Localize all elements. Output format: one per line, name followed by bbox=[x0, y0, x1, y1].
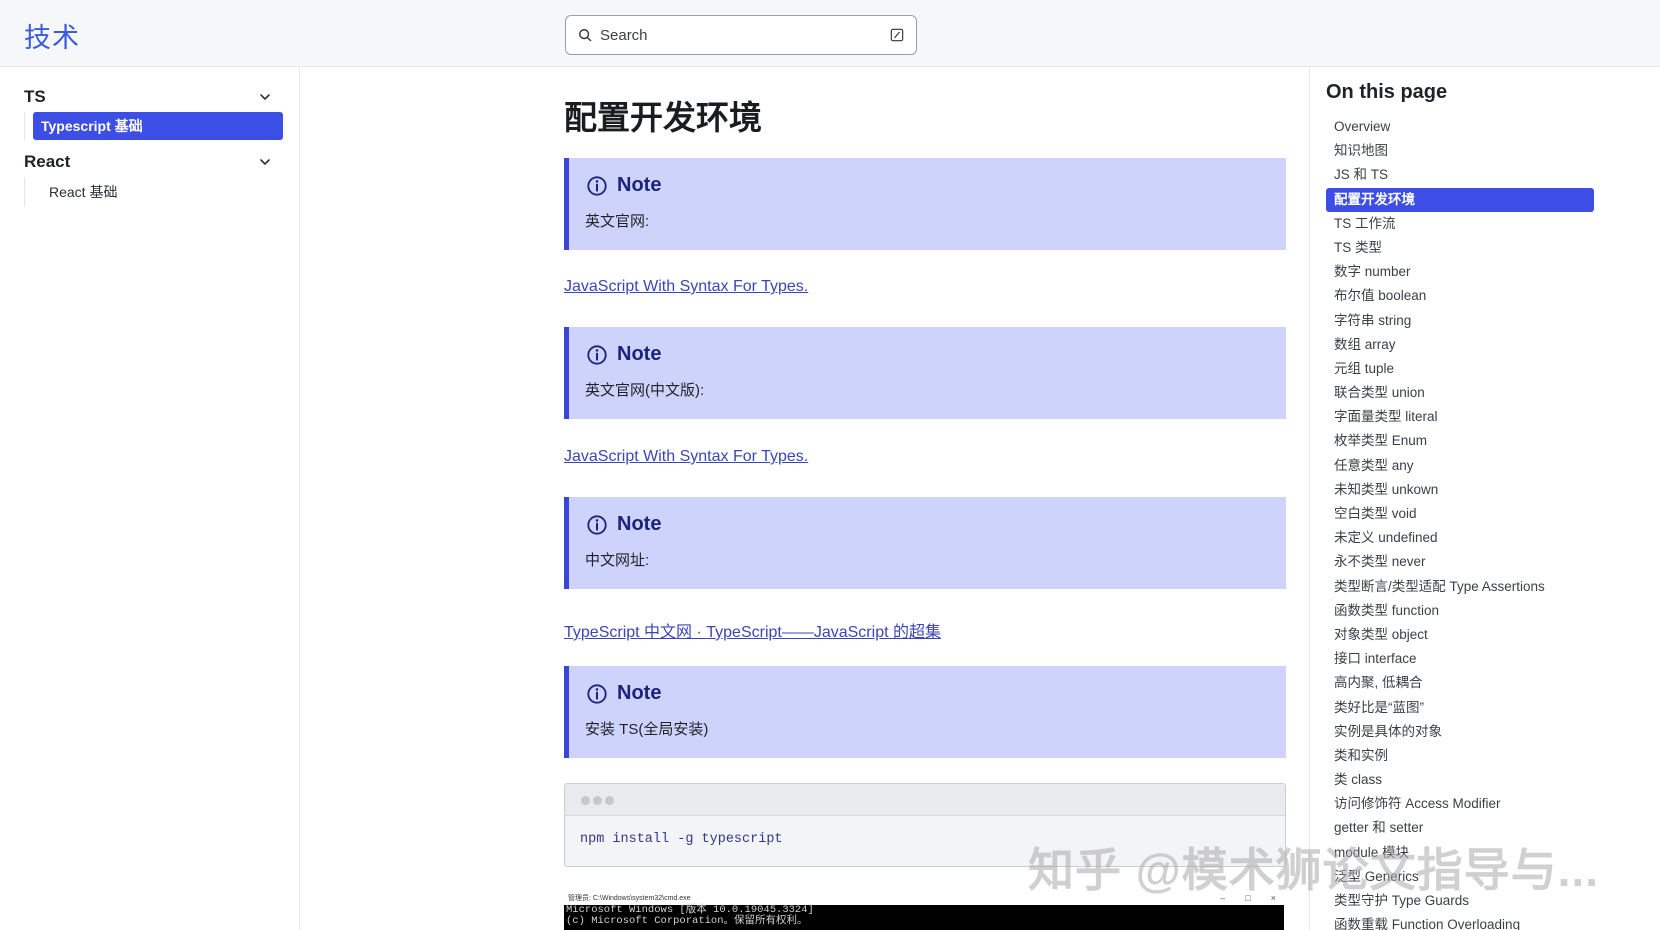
note-title: Note bbox=[617, 682, 662, 704]
toc-title: On this page bbox=[1326, 81, 1448, 103]
toc-item[interactable]: 泛型 Generics bbox=[1326, 865, 1594, 889]
window-dot-icon bbox=[581, 796, 590, 805]
toc-item[interactable]: 接口 interface bbox=[1326, 647, 1594, 671]
toc-item[interactable]: 实例是具体的对象 bbox=[1326, 720, 1594, 744]
toc-item[interactable]: 高内聚, 低耦合 bbox=[1326, 671, 1594, 695]
info-icon bbox=[587, 344, 607, 365]
left-sidebar: TS Typescript 基础 React React 基础 bbox=[0, 67, 300, 930]
note-title: Note bbox=[617, 343, 662, 365]
search-icon bbox=[579, 29, 592, 42]
toc-item[interactable]: 数字 number bbox=[1326, 260, 1594, 284]
toc-item[interactable]: 类和实例 bbox=[1326, 744, 1594, 768]
note-callout: Note 英文官网(中文版): bbox=[564, 327, 1286, 419]
note-title: Note bbox=[617, 174, 662, 196]
toc-item[interactable]: 字面量类型 literal bbox=[1326, 405, 1594, 429]
note-callout: Note 英文官网: bbox=[564, 158, 1286, 250]
toc-item[interactable]: 类型断言/类型适配 Type Assertions bbox=[1326, 575, 1594, 599]
toc-item[interactable]: 函数重载 Function Overloading bbox=[1326, 913, 1594, 930]
cmd-window-screenshot: 管理员: C:\Windows\system32\cmd.exe – □ × M… bbox=[564, 890, 1284, 930]
toc-item[interactable]: 字符串 string bbox=[1326, 309, 1594, 333]
toc-item[interactable]: JS 和 TS bbox=[1326, 163, 1594, 187]
page-title: 配置开发环境 bbox=[564, 99, 762, 136]
note-body: 安装 TS(全局安装) bbox=[585, 721, 709, 738]
search-input[interactable] bbox=[600, 26, 890, 44]
window-dot-icon bbox=[605, 796, 614, 805]
link-typescript-official[interactable]: JavaScript With Syntax For Types. bbox=[564, 278, 808, 296]
note-body: 英文官网(中文版): bbox=[585, 382, 705, 399]
chevron-down-icon[interactable] bbox=[259, 156, 271, 168]
link-typescript-official-zh[interactable]: JavaScript With Syntax For Types. bbox=[564, 448, 808, 466]
toc-item[interactable]: 类型守护 Type Guards bbox=[1326, 889, 1594, 913]
info-icon bbox=[587, 683, 607, 704]
sidebar-group-title[interactable]: TS bbox=[24, 87, 46, 107]
window-dot-icon bbox=[593, 796, 602, 805]
site-brand[interactable]: 技术 bbox=[24, 16, 80, 55]
toc-item[interactable]: 类 class bbox=[1326, 768, 1594, 792]
cmd-line: (c) Microsoft Corporation。保留所有权利。 bbox=[566, 915, 808, 927]
cmd-title-bar: 管理员: C:\Windows\system32\cmd.exe – □ × bbox=[564, 890, 1284, 905]
sidebar-group-items: React 基础 bbox=[24, 178, 125, 206]
note-callout: Note 安装 TS(全局安装) bbox=[564, 666, 1286, 758]
note-body: 中文网址: bbox=[585, 552, 650, 569]
maximize-icon: □ bbox=[1245, 892, 1251, 903]
link-typescript-cn[interactable]: TypeScript 中文网 · TypeScript——JavaScript … bbox=[564, 618, 941, 642]
sidebar-item-typescript-basics[interactable]: Typescript 基础 bbox=[33, 112, 283, 140]
toc-item[interactable]: 未定义 undefined bbox=[1326, 526, 1594, 550]
toc-item[interactable]: Overview bbox=[1326, 115, 1594, 139]
note-body: 英文官网: bbox=[585, 213, 650, 230]
toc-item[interactable]: 永不类型 never bbox=[1326, 550, 1594, 574]
code-block: npm install -g typescript bbox=[564, 783, 1286, 867]
toc-item[interactable]: 元组 tuple bbox=[1326, 357, 1594, 381]
toc-item[interactable]: 函数类型 function bbox=[1326, 599, 1594, 623]
sidebar-group-items: Typescript 基础 bbox=[24, 112, 283, 140]
toc-item[interactable]: getter 和 setter bbox=[1326, 816, 1594, 840]
toc-item[interactable]: TS 类型 bbox=[1326, 236, 1594, 260]
close-icon: × bbox=[1270, 892, 1276, 903]
code-text[interactable]: npm install -g typescript bbox=[565, 816, 1285, 863]
toc-item[interactable]: 未知类型 unkown bbox=[1326, 478, 1594, 502]
toc-item[interactable]: 对象类型 object bbox=[1326, 623, 1594, 647]
toc-item[interactable]: module 模块 bbox=[1326, 841, 1594, 865]
toc-item[interactable]: 联合类型 union bbox=[1326, 381, 1594, 405]
toc-item[interactable]: 访问修饰符 Access Modifier bbox=[1326, 792, 1594, 816]
table-of-contents: On this page Overview 知识地图 JS 和 TS 配置开发环… bbox=[1309, 67, 1660, 930]
sidebar-group-title[interactable]: React bbox=[24, 152, 70, 172]
search-box[interactable] bbox=[565, 15, 917, 55]
toc-item[interactable]: 类好比是“蓝图” bbox=[1326, 696, 1594, 720]
toc-item[interactable]: 空白类型 void bbox=[1326, 502, 1594, 526]
info-icon bbox=[587, 514, 607, 535]
keyboard-shortcut-icon bbox=[890, 28, 904, 42]
top-header: 技术 bbox=[0, 0, 1660, 67]
toc-item[interactable]: TS 工作流 bbox=[1326, 212, 1594, 236]
toc-list: Overview 知识地图 JS 和 TS 配置开发环境 TS 工作流 TS 类… bbox=[1326, 115, 1594, 930]
sidebar-item-react-basics[interactable]: React 基础 bbox=[33, 178, 125, 206]
minimize-icon: – bbox=[1220, 892, 1226, 903]
toc-item[interactable]: 布尔值 boolean bbox=[1326, 284, 1594, 308]
toc-item[interactable]: 枚举类型 Enum bbox=[1326, 429, 1594, 453]
window-controls: – □ × bbox=[1220, 893, 1284, 903]
toc-item[interactable]: 数组 array bbox=[1326, 333, 1594, 357]
toc-item[interactable]: 任意类型 any bbox=[1326, 454, 1594, 478]
note-callout: Note 中文网址: bbox=[564, 497, 1286, 589]
toc-item-active[interactable]: 配置开发环境 bbox=[1326, 187, 1594, 212]
code-block-toolbar bbox=[565, 784, 1285, 816]
chevron-down-icon[interactable] bbox=[259, 91, 271, 103]
info-icon bbox=[587, 175, 607, 196]
note-title: Note bbox=[617, 513, 662, 535]
toc-item[interactable]: 知识地图 bbox=[1326, 139, 1594, 163]
cmd-title: 管理员: C:\Windows\system32\cmd.exe bbox=[568, 894, 691, 902]
